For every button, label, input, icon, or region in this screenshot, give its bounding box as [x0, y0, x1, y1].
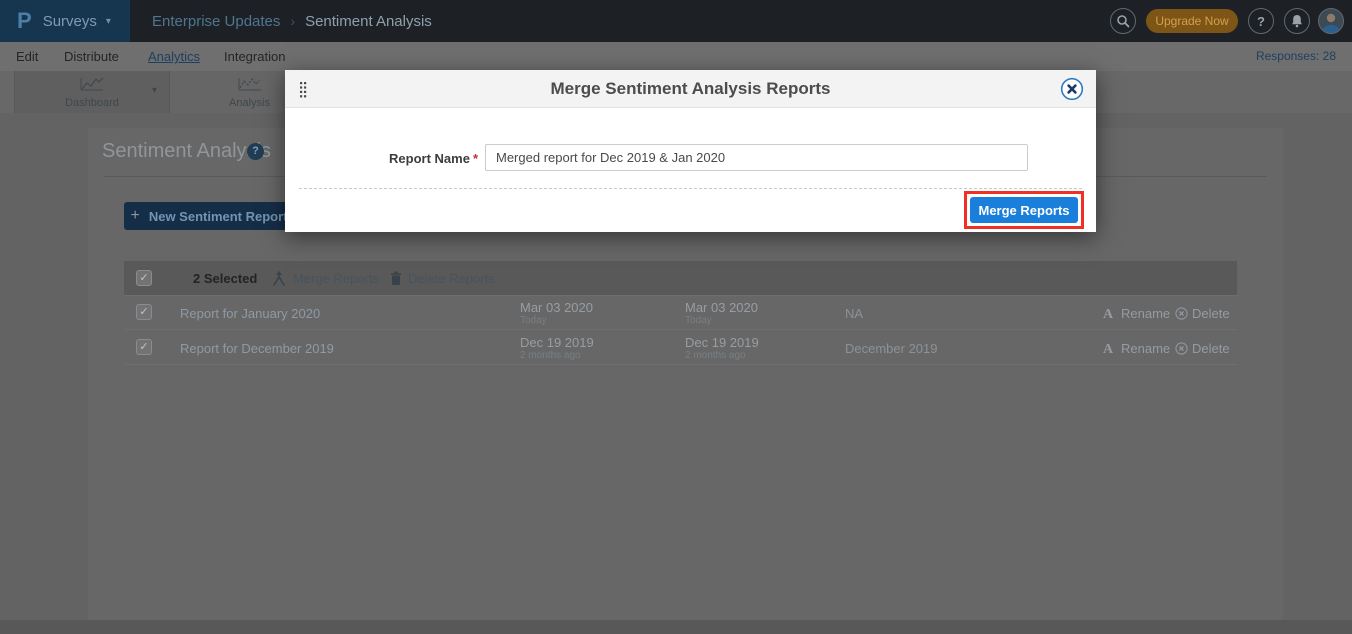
person-icon — [1319, 9, 1343, 33]
report-period: NA — [845, 306, 863, 321]
search-button[interactable] — [1110, 8, 1136, 34]
page-help-icon[interactable]: ? — [247, 143, 264, 160]
rename-action[interactable]: Rename — [1121, 306, 1170, 321]
nav-item-distribute[interactable]: Distribute — [64, 42, 119, 71]
delete-circle-x-icon — [1175, 342, 1188, 355]
page-title: Sentiment Analysis — [102, 140, 271, 163]
select-all-checkbox[interactable]: ✓ — [136, 270, 152, 286]
trash-icon — [390, 271, 402, 286]
modified-relative: Today — [685, 315, 712, 326]
report-row-december-2019: ✓ Report for December 2019 Dec 19 2019 2… — [124, 331, 1237, 365]
breadcrumb-current: Sentiment Analysis — [305, 13, 432, 30]
user-avatar[interactable] — [1318, 8, 1344, 34]
modal-header: Merge Sentiment Analysis Reports — [285, 70, 1096, 108]
report-period: December 2019 — [845, 341, 938, 356]
delete-action[interactable]: Delete — [1192, 341, 1230, 356]
check-icon: ✓ — [139, 306, 148, 318]
new-sentiment-report-button[interactable]: + New Sentiment Report — [124, 202, 294, 230]
report-name-label: Report Name* — [345, 151, 478, 166]
delete-action[interactable]: Delete — [1192, 306, 1230, 321]
report-name-link[interactable]: Report for December 2019 — [180, 341, 334, 356]
modified-relative: 2 months ago — [685, 350, 746, 361]
created-date: Dec 19 2019 — [520, 335, 594, 350]
analysis-chart-icon — [237, 76, 263, 92]
caret-down-icon: ▾ — [152, 85, 157, 96]
rename-action[interactable]: Rename — [1121, 341, 1170, 356]
chevron-right-icon: › — [290, 13, 295, 29]
survey-nav: Edit Distribute Analytics Integration Re… — [0, 42, 1352, 71]
rename-icon: A — [1103, 306, 1113, 323]
modified-date: Dec 19 2019 — [685, 335, 759, 350]
nav-item-analytics[interactable]: Analytics — [148, 42, 200, 71]
created-relative: 2 months ago — [520, 350, 581, 361]
bell-icon — [1290, 14, 1304, 28]
app-screen: P Surveys ▾ Enterprise Updates › Sentime… — [0, 0, 1352, 634]
search-icon — [1116, 14, 1130, 28]
check-icon: ✓ — [139, 272, 148, 284]
plus-icon: + — [130, 207, 139, 225]
notifications-button[interactable] — [1284, 8, 1310, 34]
close-icon[interactable] — [1060, 77, 1084, 101]
footer-strip — [0, 620, 1352, 634]
selected-count: 2 Selected — [193, 271, 257, 286]
caret-down-icon: ▾ — [106, 16, 111, 27]
top-bar: P Surveys ▾ Enterprise Updates › Sentime… — [0, 0, 1352, 42]
toolbar-tab-dashboard[interactable]: Dashboard ▾ — [14, 71, 170, 113]
breadcrumb-parent[interactable]: Enterprise Updates — [152, 13, 280, 30]
merge-reports-action[interactable]: Merge Reports — [293, 271, 379, 286]
question-mark-icon: ? — [1257, 14, 1265, 29]
responses-count: Responses: 28 — [1256, 42, 1336, 71]
surveys-menu[interactable]: P Surveys ▾ — [0, 0, 130, 42]
line-chart-icon — [79, 76, 105, 92]
created-relative: Today — [520, 315, 547, 326]
breadcrumb: Enterprise Updates › Sentiment Analysis — [152, 0, 432, 42]
modal-title: Merge Sentiment Analysis Reports — [285, 70, 1096, 108]
bulk-actions-bar: ✓ 2 Selected Merge Reports Delete Report… — [124, 261, 1237, 296]
merge-icon — [272, 270, 286, 286]
created-date: Mar 03 2020 — [520, 300, 593, 315]
modal-divider — [299, 188, 1082, 189]
required-asterisk: * — [473, 151, 478, 166]
check-icon: ✓ — [139, 341, 148, 353]
modified-date: Mar 03 2020 — [685, 300, 758, 315]
report-name-link[interactable]: Report for January 2020 — [180, 306, 320, 321]
delete-reports-action[interactable]: Delete Reports — [408, 271, 495, 286]
nav-item-integration[interactable]: Integration — [224, 42, 285, 71]
delete-circle-x-icon — [1175, 307, 1188, 320]
row-checkbox[interactable]: ✓ — [136, 339, 152, 355]
report-row-january-2020: ✓ Report for January 2020 Mar 03 2020 To… — [124, 296, 1237, 330]
rename-icon: A — [1103, 341, 1113, 358]
merge-reports-button[interactable]: Merge Reports — [970, 197, 1078, 223]
brand-logo: P — [17, 8, 32, 34]
report-name-input[interactable] — [485, 144, 1028, 171]
row-checkbox[interactable]: ✓ — [136, 304, 152, 320]
nav-item-edit[interactable]: Edit — [16, 42, 38, 71]
merge-reports-modal: Merge Sentiment Analysis Reports Report … — [285, 70, 1096, 232]
upgrade-now-button[interactable]: Upgrade Now — [1146, 9, 1238, 33]
help-button[interactable]: ? — [1248, 8, 1274, 34]
